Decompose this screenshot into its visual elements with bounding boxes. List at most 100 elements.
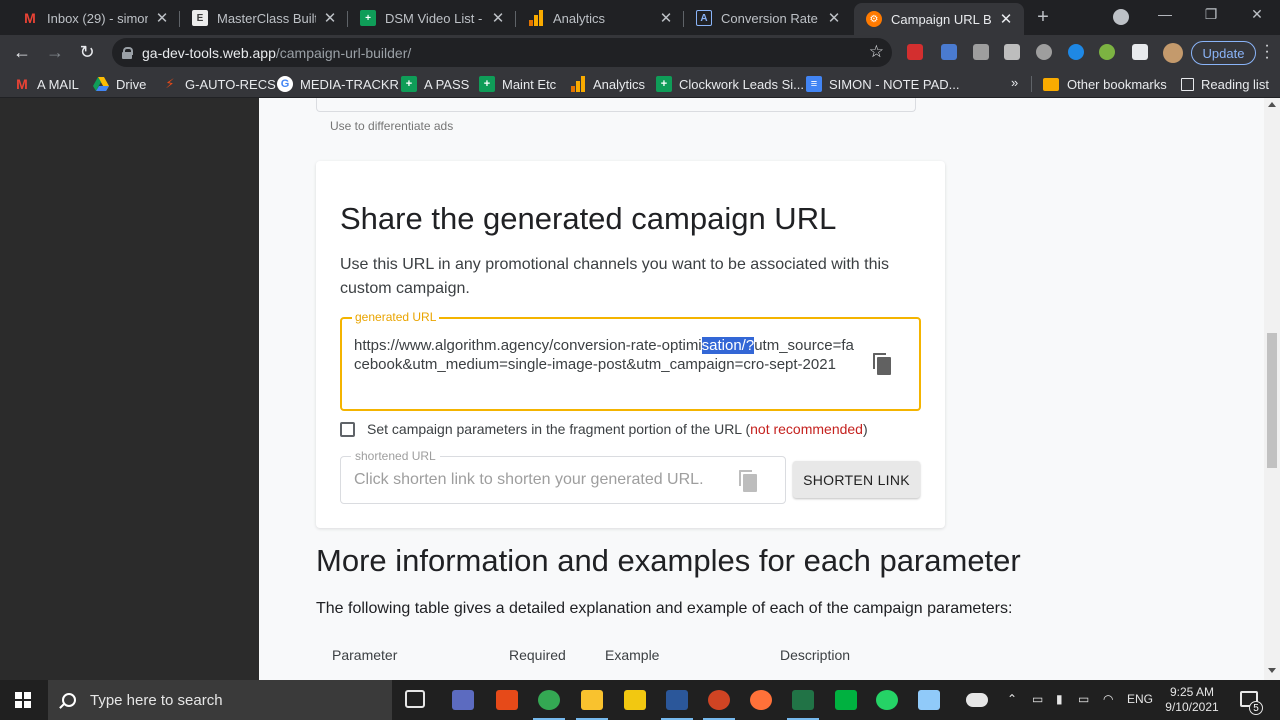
page-scrollbar[interactable] [1264,98,1280,680]
reading-list[interactable]: Reading list [1181,75,1269,93]
close-icon[interactable]: ✕ [490,9,506,27]
language-indicator[interactable]: ENG [1127,692,1153,706]
tab-title: Conversion Rate Op [721,10,820,26]
bookmark-g-auto-recs[interactable]: ⚡ G-AUTO-RECS [162,75,275,93]
new-tab-icon[interactable]: + [1033,6,1053,29]
bookmark-analytics[interactable]: Analytics [570,75,645,93]
previous-input-field[interactable] [316,98,916,112]
windows-start-icon[interactable] [15,692,31,708]
tab-title: Campaign URL Buil [891,11,992,27]
bookmarks-bar: M A MAIL Drive ⚡ G-AUTO-RECS G MEDIA-TRA… [0,70,1280,98]
table-header-example: Example [605,647,660,663]
close-icon[interactable]: ✕ [658,9,674,27]
show-hidden-icons-chevron-icon[interactable]: ⌃ [1007,692,1017,706]
bookmark-clockwork-leads[interactable]: + Clockwork Leads Si... [656,75,804,93]
tab-dsm-video-list[interactable]: + DSM Video List - Go ✕ [348,3,516,33]
puzzle-icon[interactable] [1132,44,1148,60]
generated-url-text[interactable]: https://www.algorithm.agency/conversion-… [354,336,859,374]
side-navigation [0,98,259,680]
file-explorer-icon[interactable] [576,690,608,720]
bookmark-a-mail[interactable]: M A MAIL [14,75,79,93]
address-bar[interactable]: ga-dev-tools.web.app/campaign-url-builde… [112,38,892,67]
bookmark-drive[interactable]: Drive [93,75,146,93]
bookmark-star-icon[interactable]: ☆ [869,42,884,62]
chat-extension-icon[interactable] [1036,44,1052,60]
pen-icon[interactable]: ▮ [1056,692,1063,706]
brave-browser-icon[interactable] [496,690,518,710]
window-close-icon[interactable]: ✕ [1247,6,1267,23]
excel-icon[interactable] [787,690,819,720]
wifi-icon[interactable]: ◠ [1103,692,1113,706]
extension-icon[interactable] [973,44,989,60]
lastpass-extension-icon[interactable] [907,44,923,60]
powerpoint-icon[interactable] [703,690,735,720]
close-icon[interactable]: ✕ [154,9,170,27]
update-button[interactable]: Update [1191,41,1256,65]
lock-icon[interactable] [122,46,133,59]
google-drive-icon [93,76,109,92]
word-icon[interactable] [661,690,693,720]
generated-url-label: generated URL [352,310,440,324]
scroll-up-arrow-icon[interactable] [1268,102,1276,107]
fragment-checkbox-row[interactable]: Set campaign parameters in the fragment … [340,419,868,439]
helper-text: Use to differentiate ads [330,119,454,133]
google-sheets-icon: + [360,10,376,26]
battery-icon[interactable]: ▭ [1078,692,1089,706]
power-bi-icon[interactable] [624,690,646,710]
close-icon[interactable]: ✕ [322,9,338,27]
tab-conversion-rate[interactable]: A Conversion Rate Op ✕ [684,3,852,33]
chrome-icon[interactable] [533,690,565,720]
tab-search-icon[interactable] [1113,9,1129,25]
firefox-icon[interactable] [750,690,772,710]
tab-campaign-url-builder[interactable]: ⚙ Campaign URL Buil ✕ [854,3,1024,35]
tab-strip: M Inbox (29) - simon@ ✕ E MasterClass Bu… [0,0,1280,35]
bookmark-simon-note-pad[interactable]: ≡ SIMON - NOTE PAD... [806,75,960,93]
copy-icon[interactable] [739,470,757,492]
copy-icon[interactable] [873,353,891,375]
scroll-down-arrow-icon[interactable] [1268,668,1276,673]
minimize-icon[interactable]: — [1155,6,1175,22]
selected-text: sation/? [701,337,755,354]
masterclass-icon: E [192,10,208,26]
task-view-icon[interactable] [405,690,425,708]
tab-title: Analytics [553,10,606,26]
system-clock[interactable]: 9:25 AM 9/10/2021 [1160,685,1224,715]
tab-inbox[interactable]: M Inbox (29) - simon@ ✕ [10,3,180,33]
shortened-url-label: shortened URL [351,449,440,463]
taskbar-search-box[interactable]: Type here to search [48,680,392,720]
bookmark-media-trackr[interactable]: G MEDIA-TRACKR [277,75,399,93]
color-picker-extension-icon[interactable] [1099,44,1115,60]
close-icon[interactable]: ✕ [998,10,1014,28]
tab-analytics[interactable]: Analytics ✕ [516,3,684,33]
other-bookmarks[interactable]: Other bookmarks [1043,75,1167,93]
scrollbar-thumb[interactable] [1267,333,1277,468]
tab-masterclass[interactable]: E MasterClass Built ar ✕ [180,3,348,33]
ga-dev-tools-icon: ⚙ [866,11,882,27]
fragment-checkbox[interactable] [340,421,355,437]
camera-extension-icon[interactable] [1004,44,1020,60]
notification-count-badge: 5 [1249,701,1263,715]
page-content: Use to differentiate ads Share the gener… [0,98,1280,680]
chat-app-icon[interactable] [835,690,857,710]
more-bookmarks-chevron-icon[interactable]: » [1011,75,1018,90]
reload-icon[interactable]: ↻ [77,42,97,62]
meet-now-icon[interactable]: ▭ [1032,692,1043,706]
extension-icon[interactable] [1068,44,1084,60]
shorten-link-button[interactable]: SHORTEN LINK [793,461,920,498]
generated-url-field[interactable]: generated URL https://www.algorithm.agen… [340,310,921,411]
close-icon[interactable]: ✕ [826,9,842,27]
extension-icon[interactable] [941,44,957,60]
bookmark-maint-etc[interactable]: + Maint Etc [479,75,556,93]
shortened-url-field[interactable]: shortened URL Click shorten link to shor… [340,449,786,504]
back-arrow-icon[interactable]: ← [12,42,32,62]
onedrive-cloud-icon[interactable] [966,693,988,707]
whatsapp-icon[interactable] [876,690,898,710]
app-icon[interactable] [452,690,474,710]
menu-dots-icon[interactable]: · · · [1261,38,1273,66]
bookmark-a-pass[interactable]: + A PASS [401,75,469,93]
restore-icon[interactable]: ❐ [1201,6,1221,23]
algorithm-agency-icon: A [696,10,712,26]
app-icon[interactable] [918,690,940,710]
avatar[interactable] [1163,43,1183,63]
forward-arrow-icon[interactable]: → [45,42,65,62]
